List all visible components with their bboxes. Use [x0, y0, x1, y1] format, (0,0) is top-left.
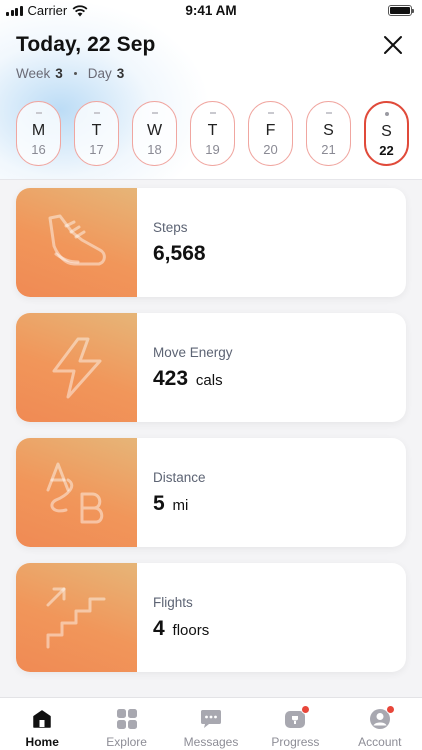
day-number: 21: [321, 142, 336, 157]
stats-list: Steps 6,568 Move Energy 423 cals Distanc…: [16, 188, 406, 688]
day-number: 22: [379, 143, 394, 158]
tab-messages[interactable]: Messages: [169, 698, 253, 750]
card-number: 4: [153, 617, 165, 640]
week-day-subtitle: Week 3 Day 3: [16, 66, 124, 81]
day-number: 17: [89, 142, 104, 157]
card-media: [16, 188, 137, 297]
home-icon: [33, 710, 51, 728]
week-label: Week: [16, 66, 51, 81]
move-energy-card[interactable]: Move Energy 423 cals: [16, 313, 406, 422]
day-number: 19: [205, 142, 220, 157]
tab-label: Explore: [106, 735, 147, 749]
day-pill-tue[interactable]: T 17: [74, 101, 119, 166]
status-bar: Carrier 9:41 AM: [0, 0, 422, 22]
card-number: 423: [153, 367, 189, 390]
card-label: Steps: [153, 220, 188, 235]
tab-progress[interactable]: Progress: [253, 698, 337, 750]
day-value: 3: [116, 66, 125, 81]
stairs-icon: [46, 587, 106, 649]
header: Carrier 9:41 AM Today, 22 Sep Week 3 Day…: [0, 0, 422, 180]
day-indicator: [325, 112, 332, 114]
day-indicator: [209, 112, 216, 114]
day-indicator: [151, 112, 158, 114]
day-pill-wed[interactable]: W 18: [132, 101, 177, 166]
close-icon[interactable]: [382, 34, 404, 56]
tab-explore[interactable]: Explore: [84, 698, 168, 750]
separator-dot: [73, 72, 77, 75]
day-pill-fri[interactable]: F 20: [248, 101, 293, 166]
card-media: [16, 563, 137, 672]
status-time: 9:41 AM: [185, 3, 237, 18]
day-letter: S: [323, 122, 334, 139]
day-pill-thu[interactable]: T 19: [190, 101, 235, 166]
card-number: 5: [153, 492, 165, 515]
day-letter: W: [146, 122, 163, 139]
day-label: Day: [87, 66, 112, 81]
day-letter: M: [31, 122, 46, 139]
day-letter: T: [207, 122, 218, 139]
card-unit: floors: [172, 622, 210, 639]
card-value: 5 mi: [153, 492, 188, 516]
shoe-icon: [48, 214, 106, 266]
tab-account[interactable]: Account: [338, 698, 422, 750]
day-number: 18: [147, 142, 162, 157]
notification-badge: [385, 705, 395, 714]
day-number: 16: [31, 142, 46, 157]
card-number: 6,568: [153, 242, 206, 265]
page-title: Today, 22 Sep: [16, 33, 156, 56]
tab-label: Home: [25, 735, 59, 749]
day-indicator: [35, 112, 42, 114]
grid-icon: [116, 709, 137, 729]
day-letter: S: [381, 123, 392, 140]
flights-card[interactable]: Flights 4 floors: [16, 563, 406, 672]
card-label: Move Energy: [153, 345, 233, 360]
card-value: 423 cals: [153, 367, 223, 391]
day-indicator: [267, 112, 274, 114]
card-unit: cals: [195, 372, 223, 389]
card-value: 6,568: [153, 242, 208, 266]
chat-icon: [201, 710, 222, 728]
day-selector: M 16 T 17 W 18 T 19 F 20 S 21 S 22: [16, 101, 409, 166]
day-letter: F: [265, 122, 276, 139]
day-pill-mon[interactable]: M 16: [16, 101, 61, 166]
card-media: [16, 313, 137, 422]
a-to-b-icon: [46, 462, 104, 524]
card-value: 4 floors: [153, 617, 209, 641]
card-unit: mi: [172, 497, 189, 514]
tab-label: Progress: [271, 735, 320, 749]
day-indicator: [93, 112, 100, 114]
notification-badge: [301, 705, 311, 714]
tab-label: Messages: [183, 735, 239, 749]
tab-label: Account: [358, 735, 402, 749]
battery-icon: [388, 5, 414, 16]
day-indicator: [384, 112, 389, 116]
day-letter: T: [91, 122, 102, 139]
distance-card[interactable]: Distance 5 mi: [16, 438, 406, 547]
card-label: Distance: [153, 470, 206, 485]
card-media: [16, 438, 137, 547]
day-pill-sun[interactable]: S 22: [364, 101, 409, 166]
tab-bar: Home Explore Messages Progress Account: [0, 697, 422, 750]
week-value: 3: [55, 66, 63, 81]
day-pill-sat[interactable]: S 21: [306, 101, 351, 166]
lightning-icon: [52, 337, 102, 399]
steps-card[interactable]: Steps 6,568: [16, 188, 406, 297]
card-label: Flights: [153, 595, 193, 610]
day-number: 20: [263, 142, 278, 157]
tab-home[interactable]: Home: [0, 698, 84, 750]
